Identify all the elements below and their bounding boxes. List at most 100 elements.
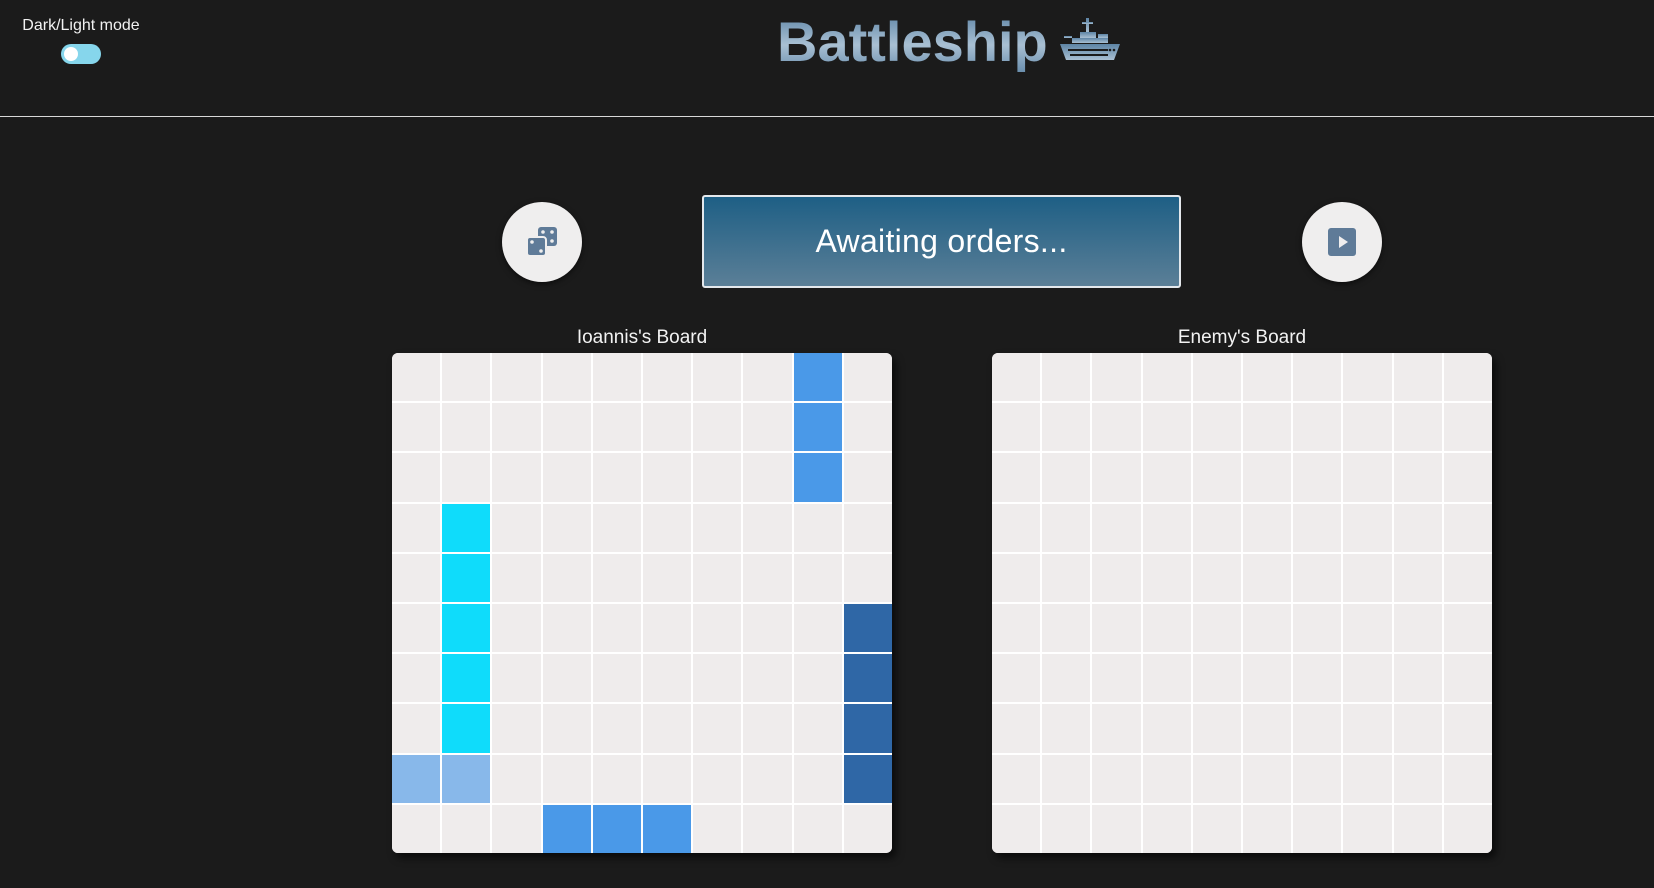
player-board-cell[interactable] — [843, 553, 892, 602]
enemy-board-cell[interactable] — [1142, 553, 1191, 602]
player-board-cell[interactable] — [743, 804, 792, 853]
player-board-cell[interactable] — [542, 654, 591, 703]
player-board-cell[interactable] — [793, 453, 842, 502]
enemy-board-cell[interactable] — [1042, 403, 1091, 452]
enemy-board-cell[interactable] — [1243, 453, 1292, 502]
enemy-board-cell[interactable] — [1443, 654, 1492, 703]
enemy-board-cell[interactable] — [1443, 553, 1492, 602]
player-board-cell[interactable] — [843, 604, 892, 653]
player-board-cell[interactable] — [743, 503, 792, 552]
enemy-board-cell[interactable] — [1393, 754, 1442, 803]
enemy-board-cell[interactable] — [1293, 453, 1342, 502]
player-board-cell[interactable] — [442, 754, 491, 803]
enemy-board-cell[interactable] — [1192, 654, 1241, 703]
enemy-board-cell[interactable] — [1393, 403, 1442, 452]
enemy-board-cell[interactable] — [1293, 353, 1342, 402]
enemy-board-cell[interactable] — [1092, 353, 1141, 402]
player-board-cell[interactable] — [843, 804, 892, 853]
enemy-board-cell[interactable] — [1042, 754, 1091, 803]
enemy-board-cell[interactable] — [1042, 604, 1091, 653]
player-board-cell[interactable] — [592, 754, 641, 803]
enemy-board-cell[interactable] — [1393, 654, 1442, 703]
player-board-cell[interactable] — [492, 553, 541, 602]
enemy-board-cell[interactable] — [1142, 704, 1191, 753]
enemy-board-cell[interactable] — [1393, 353, 1442, 402]
player-board-cell[interactable] — [843, 704, 892, 753]
enemy-board-cell[interactable] — [1192, 553, 1241, 602]
enemy-board-cell[interactable] — [1343, 403, 1392, 452]
player-board-cell[interactable] — [442, 654, 491, 703]
enemy-board-cell[interactable] — [992, 353, 1041, 402]
player-board-cell[interactable] — [643, 503, 692, 552]
enemy-board-cell[interactable] — [1343, 654, 1392, 703]
player-board-cell[interactable] — [542, 754, 591, 803]
player-board-cell[interactable] — [492, 704, 541, 753]
player-board-cell[interactable] — [442, 403, 491, 452]
player-board-cell[interactable] — [592, 353, 641, 402]
enemy-board-cell[interactable] — [1343, 804, 1392, 853]
enemy-board-cell[interactable] — [1092, 604, 1141, 653]
enemy-board-cell[interactable] — [1443, 754, 1492, 803]
enemy-board-cell[interactable] — [1142, 403, 1191, 452]
enemy-board-cell[interactable] — [1192, 353, 1241, 402]
enemy-board-cell[interactable] — [1243, 754, 1292, 803]
enemy-board-cell[interactable] — [1293, 754, 1342, 803]
enemy-board-cell[interactable] — [1393, 503, 1442, 552]
player-board-cell[interactable] — [392, 604, 441, 653]
player-board-cell[interactable] — [542, 503, 591, 552]
enemy-board-cell[interactable] — [992, 754, 1041, 803]
player-board-cell[interactable] — [592, 704, 641, 753]
enemy-board-cell[interactable] — [1343, 553, 1392, 602]
enemy-board-cell[interactable] — [1443, 453, 1492, 502]
player-board-cell[interactable] — [693, 453, 742, 502]
player-board-cell[interactable] — [442, 453, 491, 502]
enemy-board-cell[interactable] — [1243, 553, 1292, 602]
enemy-board-cell[interactable] — [1343, 604, 1392, 653]
player-board-cell[interactable] — [442, 503, 491, 552]
enemy-board-cell[interactable] — [992, 654, 1041, 703]
player-board-cell[interactable] — [743, 654, 792, 703]
player-board-cell[interactable] — [793, 553, 842, 602]
enemy-board-cell[interactable] — [1443, 503, 1492, 552]
player-board-cell[interactable] — [442, 553, 491, 602]
player-board-cell[interactable] — [693, 353, 742, 402]
enemy-board-cell[interactable] — [1042, 553, 1091, 602]
player-board-cell[interactable] — [492, 604, 541, 653]
enemy-board-cell[interactable] — [1243, 503, 1292, 552]
player-board-cell[interactable] — [392, 804, 441, 853]
player-board-cell[interactable] — [492, 353, 541, 402]
enemy-board-cell[interactable] — [1293, 704, 1342, 753]
enemy-board-cell[interactable] — [1142, 503, 1191, 552]
enemy-board-cell[interactable] — [1192, 403, 1241, 452]
enemy-board-cell[interactable] — [1042, 804, 1091, 853]
enemy-board-cell[interactable] — [992, 704, 1041, 753]
enemy-board-cell[interactable] — [1243, 704, 1292, 753]
player-board-cell[interactable] — [492, 453, 541, 502]
player-board-cell[interactable] — [693, 754, 742, 803]
enemy-board-cell[interactable] — [1443, 403, 1492, 452]
player-board-cell[interactable] — [843, 654, 892, 703]
player-board-cell[interactable] — [542, 804, 591, 853]
player-board-cell[interactable] — [843, 503, 892, 552]
enemy-board-cell[interactable] — [992, 503, 1041, 552]
player-board-cell[interactable] — [843, 453, 892, 502]
start-game-button[interactable] — [1302, 202, 1382, 282]
enemy-board-cell[interactable] — [992, 453, 1041, 502]
enemy-board-cell[interactable] — [992, 804, 1041, 853]
enemy-board-cell[interactable] — [1293, 604, 1342, 653]
player-board-cell[interactable] — [392, 704, 441, 753]
player-board-cell[interactable] — [693, 654, 742, 703]
player-board-cell[interactable] — [392, 654, 441, 703]
enemy-board-cell[interactable] — [1092, 804, 1141, 853]
player-board-cell[interactable] — [592, 453, 641, 502]
player-board-cell[interactable] — [592, 403, 641, 452]
player-board-cell[interactable] — [793, 704, 842, 753]
enemy-board-cell[interactable] — [1142, 754, 1191, 803]
player-board-cell[interactable] — [592, 804, 641, 853]
player-board-cell[interactable] — [592, 503, 641, 552]
player-board-cell[interactable] — [592, 553, 641, 602]
player-board-cell[interactable] — [392, 503, 441, 552]
player-board-cell[interactable] — [743, 453, 792, 502]
enemy-board-cell[interactable] — [992, 553, 1041, 602]
enemy-board-cell[interactable] — [992, 604, 1041, 653]
